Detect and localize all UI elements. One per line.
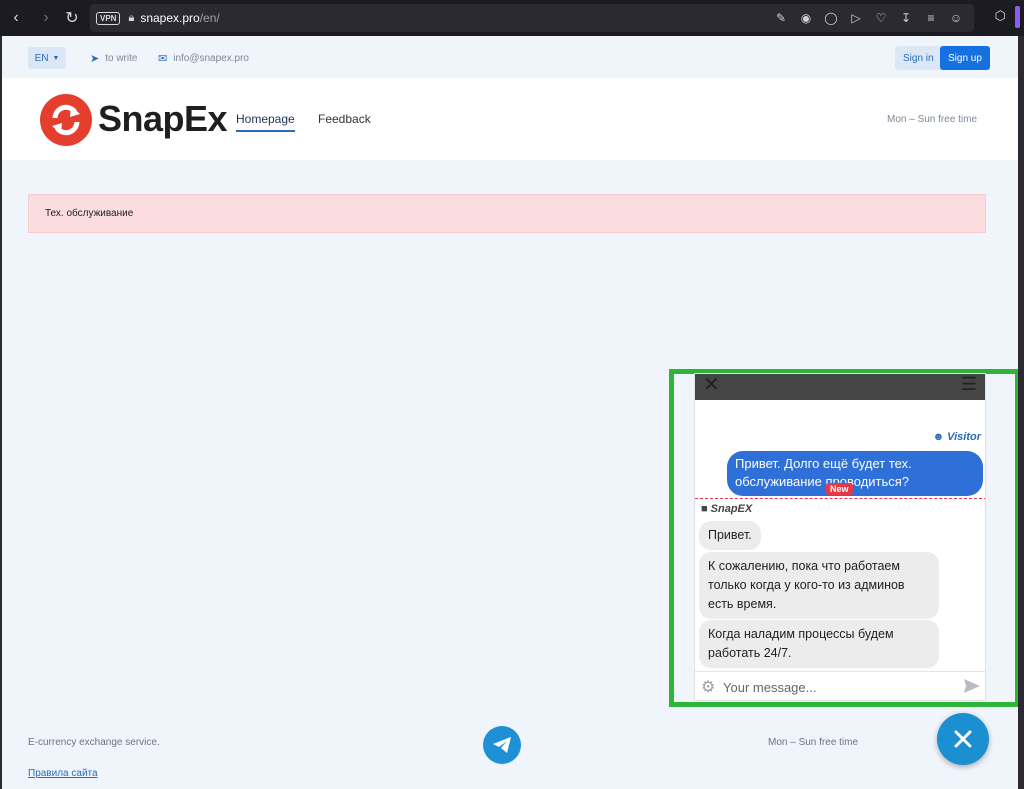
write-link-label: to write — [105, 53, 138, 64]
heart-icon[interactable]: ♡ — [873, 11, 889, 25]
agent-message: Когда наладим процессы будем работать 24… — [699, 620, 939, 668]
agent-message: К сожалению, пока что работаем только ко… — [699, 552, 939, 619]
working-hours: Mon – Sun free time — [887, 114, 978, 125]
visitor-label: ☻ Visitor — [933, 431, 981, 443]
nav-feedback[interactable]: Feedback — [318, 112, 371, 126]
url-path: /en/ — [199, 11, 220, 25]
footer-tagline: E-currency exchange service. — [28, 737, 160, 748]
vpn-badge[interactable]: VPN — [96, 11, 121, 25]
camera-icon[interactable]: ◉ — [798, 11, 814, 25]
close-icon[interactable]: ✕ — [703, 374, 720, 397]
top-bar: EN ▼ ➤ to write ✉ info@snapex.pro Sign i… — [2, 36, 1018, 78]
site-header: SnapEx Homepage Feedback Mon – Sun free … — [2, 78, 1018, 160]
logo-text[interactable]: SnapEx — [98, 98, 228, 140]
visitor-message: Привет. Долго ещё будет тех. обслуживани… — [727, 451, 983, 496]
telegram-icon — [493, 737, 511, 753]
browser-toolbar: ‹ › ↻ VPN 🔒︎ snapex.pro/en/ ✎ ◉ ◯ ▷ ♡ ↧ … — [0, 0, 1024, 36]
edit-icon[interactable]: ✎ — [773, 11, 789, 25]
url-text[interactable]: snapex.pro/en/ — [140, 11, 219, 25]
visitor-avatar-icon: ☻ — [932, 431, 945, 443]
message-input[interactable] — [723, 676, 953, 698]
email-label: info@snapex.pro — [173, 53, 249, 64]
send-icon[interactable]: ▷ — [848, 11, 864, 25]
reload-icon[interactable]: ↻ — [58, 4, 86, 32]
visitor-name: Visitor — [947, 431, 981, 443]
address-bar-actions: ✎ ◉ ◯ ▷ ♡ ↧ ≡ ☺ — [773, 4, 964, 32]
language-label: EN — [34, 52, 49, 64]
email-link[interactable]: ✉ info@snapex.pro — [158, 52, 249, 65]
lock-icon[interactable]: 🔒︎ — [128, 12, 134, 25]
footer-hours: Mon – Sun free time — [768, 737, 859, 748]
send-icon[interactable] — [963, 677, 981, 695]
logo-icon[interactable] — [40, 94, 92, 146]
telegram-icon: ➤ — [90, 53, 100, 65]
forward-icon[interactable]: › — [32, 4, 60, 32]
menu-icon[interactable]: ≡ — [923, 11, 939, 25]
telegram-button[interactable] — [483, 726, 521, 764]
menu-icon[interactable]: ☰ — [961, 374, 977, 395]
chat-input-row: ⚙ — [695, 671, 985, 700]
agent-message: Привет. — [699, 521, 761, 550]
new-messages-divider — [695, 498, 985, 499]
url-host: snapex.pro — [140, 11, 200, 25]
close-icon — [954, 730, 972, 748]
agent-label: ■ SnapEX — [701, 503, 752, 515]
chat-widget: ✕ ☰ ☻ Visitor Привет. Долго ещё будет те… — [694, 373, 986, 701]
sign-up-button[interactable]: Sign up — [940, 46, 990, 70]
language-selector[interactable]: EN ▼ — [28, 47, 66, 69]
write-link[interactable]: ➤ to write — [90, 52, 137, 65]
shield-icon[interactable]: ◯ — [823, 11, 839, 25]
agent-name: SnapEX — [710, 503, 753, 515]
sign-in-button[interactable]: Sign in — [895, 46, 942, 70]
agent-avatar-icon: ■ — [701, 503, 708, 515]
maintenance-alert: Тех. обслуживание — [28, 194, 986, 233]
envelope-icon: ✉ — [158, 53, 168, 65]
back-icon[interactable]: ‹ — [2, 4, 30, 32]
account-icon[interactable]: ☺ — [948, 11, 964, 25]
caret-down-icon: ▼ — [52, 54, 60, 62]
new-badge: New — [826, 483, 853, 495]
chat-toggle-button[interactable] — [937, 713, 989, 765]
nav-homepage[interactable]: Homepage — [236, 112, 295, 132]
address-bar[interactable]: VPN 🔒︎ snapex.pro/en/ ✎ ◉ ◯ ▷ ♡ ↧ ≡ ☺ — [90, 4, 974, 32]
extension-icon[interactable]: ⬡ — [995, 8, 1006, 24]
download-icon[interactable]: ↧ — [898, 11, 914, 25]
gear-icon[interactable]: ⚙ — [701, 677, 715, 697]
site-rules-link[interactable]: Правила сайта — [28, 768, 98, 779]
chat-header: ✕ ☰ — [695, 374, 985, 400]
page: EN ▼ ➤ to write ✉ info@snapex.pro Sign i… — [2, 36, 1018, 789]
sidebar-accent[interactable] — [1015, 6, 1020, 28]
